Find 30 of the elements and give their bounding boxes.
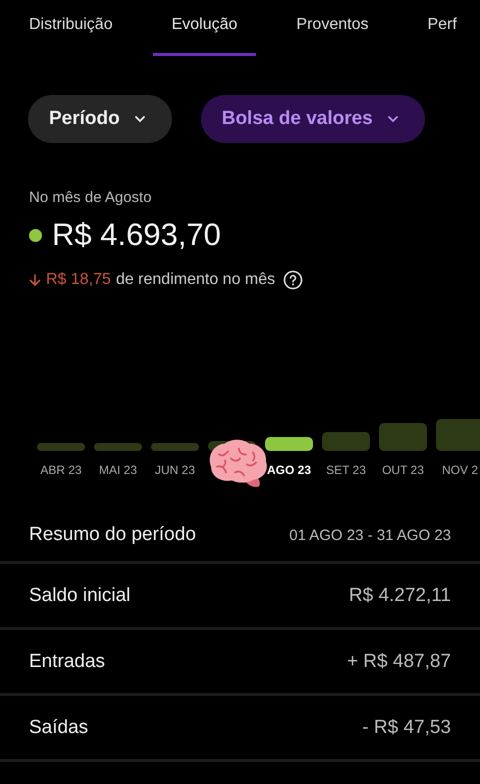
tab[interactable]: Perf [408,0,476,56]
month-label: OUT 23 [382,462,424,478]
balance-value: R$ 4.693,70 [52,217,221,253]
status-dot [29,228,42,242]
filter-dropdown[interactable]: Período [28,95,172,143]
period-caption: No mês de Agosto [29,188,152,208]
tab[interactable]: Distribuição [10,0,132,56]
tab[interactable]: Evolução [152,0,256,56]
filter-dropdown[interactable]: Bolsa de valores [200,95,425,143]
month-label: AGO 23 [266,462,311,478]
change-text: de rendimento no mês [116,271,276,289]
row-label: Saídas [29,716,88,738]
date-range: 01 AGO 23 - 31 AGO 23 [289,526,451,544]
tab[interactable]: Proventos [277,0,388,56]
chevron-down-icon [134,115,146,123]
chart-bar[interactable] [265,437,313,451]
chevron-down-icon [386,115,399,123]
month-label: SET 23 [326,462,366,478]
row-value: - R$ 47,53 [362,716,451,738]
row-label: Saldo inicial [29,584,130,606]
row-value: R$ 4.272,11 [348,584,451,606]
month-label: MAI 23 [98,462,137,478]
section-title: Resumo do período [29,524,196,546]
help-icon[interactable] [283,270,304,290]
month-label: ABR 23 [40,462,82,478]
month-label: JUN 23 [154,462,195,478]
change-amount: R$ 18,75 [46,271,111,289]
row-label: Entradas [29,650,106,672]
row-value: + R$ 487,87 [346,650,451,672]
month-label: NOV 2 [442,462,478,478]
